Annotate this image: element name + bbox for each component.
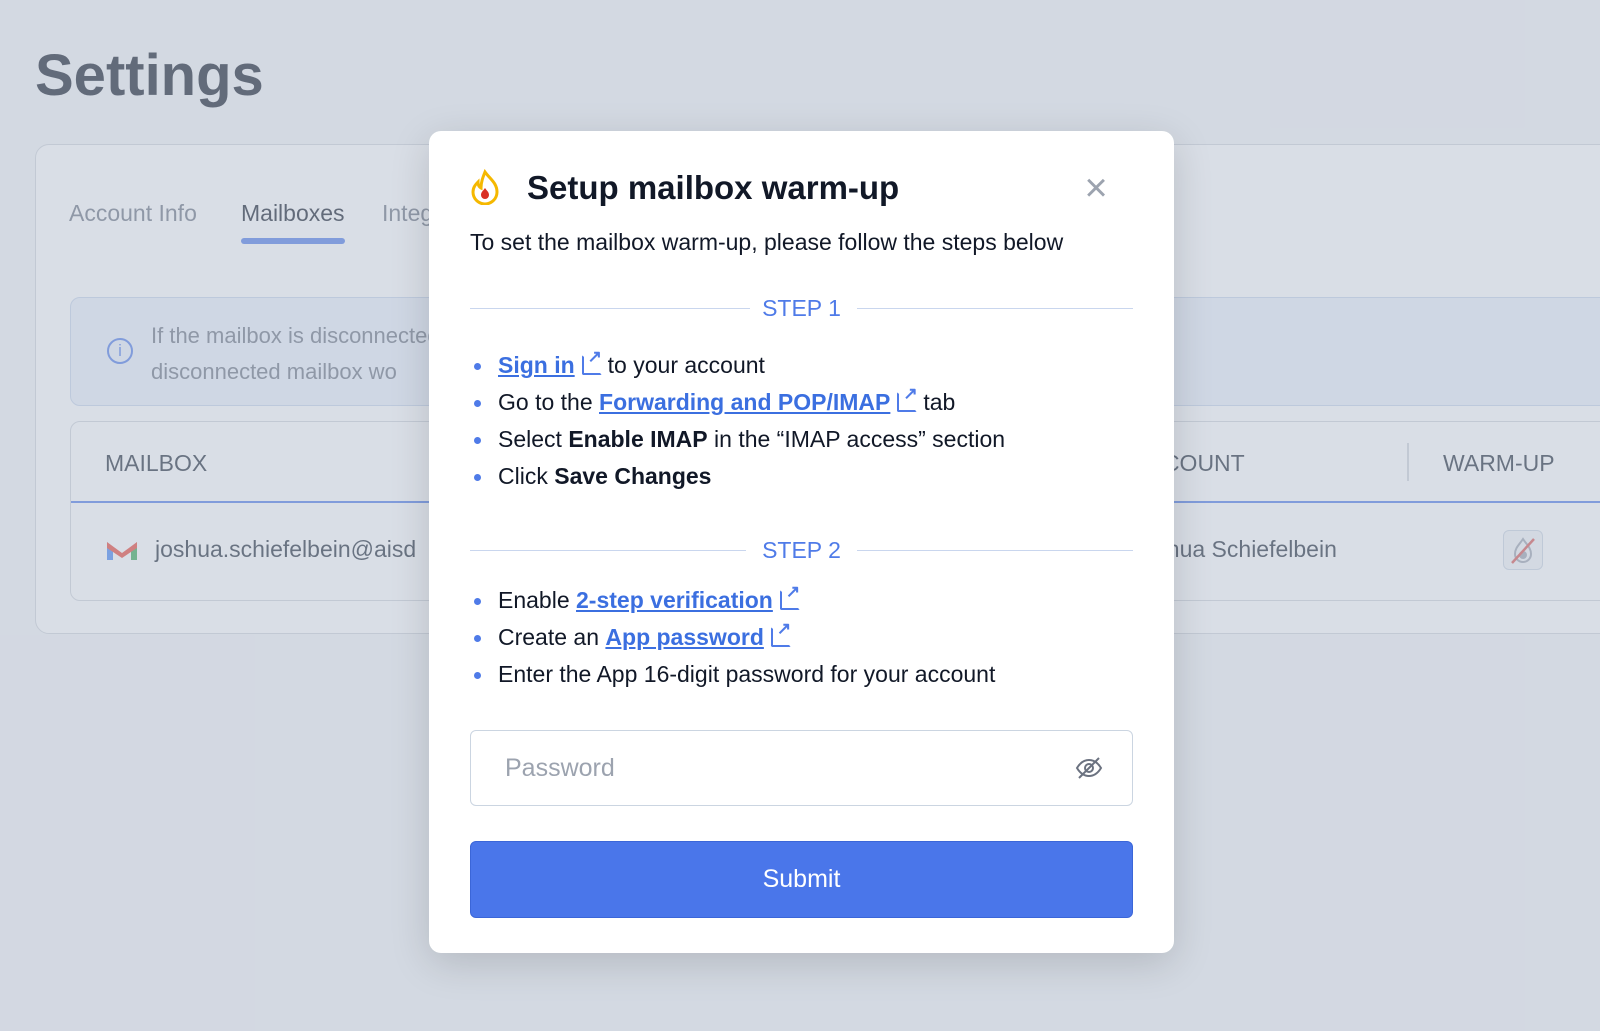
step1-divider: STEP 1 <box>470 293 1133 323</box>
step1-item-2: Go to the Forwarding and POP/IMAP tab <box>473 384 956 416</box>
step1-item-3: Select Enable IMAP in the “IMAP access” … <box>473 426 1006 453</box>
app-password-link[interactable]: App password <box>605 624 763 650</box>
submit-button[interactable]: Submit <box>470 841 1133 918</box>
external-link-icon <box>581 347 602 375</box>
step1-item-1: Sign in to your account <box>474 347 765 379</box>
forwarding-imap-link[interactable]: Forwarding and POP/IMAP <box>599 389 890 415</box>
step-text: Enter the App 16-digit password for your… <box>498 661 996 687</box>
external-link-icon <box>770 619 791 647</box>
two-step-verification-link[interactable]: 2-step verification <box>576 587 773 613</box>
close-icon[interactable]: × <box>1079 168 1113 208</box>
step2-item-1: Enable 2-step verification <box>474 582 806 614</box>
step2-label: STEP 2 <box>762 537 841 563</box>
step2-item-3: Enter the App 16-digit password for your… <box>473 661 996 688</box>
sign-in-link[interactable]: Sign in <box>498 352 575 378</box>
flame-icon <box>471 169 499 205</box>
modal-title: Setup mailbox warm-up <box>527 169 900 206</box>
warmup-modal: Setup mailbox warm-up × To set the mailb… <box>429 131 1174 953</box>
step-text: Go to the <box>498 389 593 415</box>
step-text: Enable <box>498 587 570 613</box>
step-text: Create an <box>498 624 600 650</box>
step-bold: Save Changes <box>554 463 712 489</box>
step1-item-4: Click Save Changes <box>473 463 712 490</box>
step-bold: Enable IMAP <box>568 426 708 452</box>
password-input[interactable] <box>470 730 1133 806</box>
step2-item-2: Create an App password <box>474 619 797 651</box>
eye-off-icon[interactable] <box>1075 755 1103 781</box>
external-link-icon <box>779 582 800 610</box>
step-text: to your account <box>607 352 765 378</box>
external-link-icon <box>897 384 918 412</box>
step2-divider: STEP 2 <box>470 535 1133 565</box>
step-text: tab <box>923 389 956 415</box>
step-text: in the “IMAP access” section <box>714 426 1006 452</box>
step-text: Click <box>498 463 548 489</box>
step1-label: STEP 1 <box>762 295 841 321</box>
step-text: Select <box>498 426 562 452</box>
modal-subtitle: To set the mailbox warm-up, please follo… <box>470 229 1064 255</box>
